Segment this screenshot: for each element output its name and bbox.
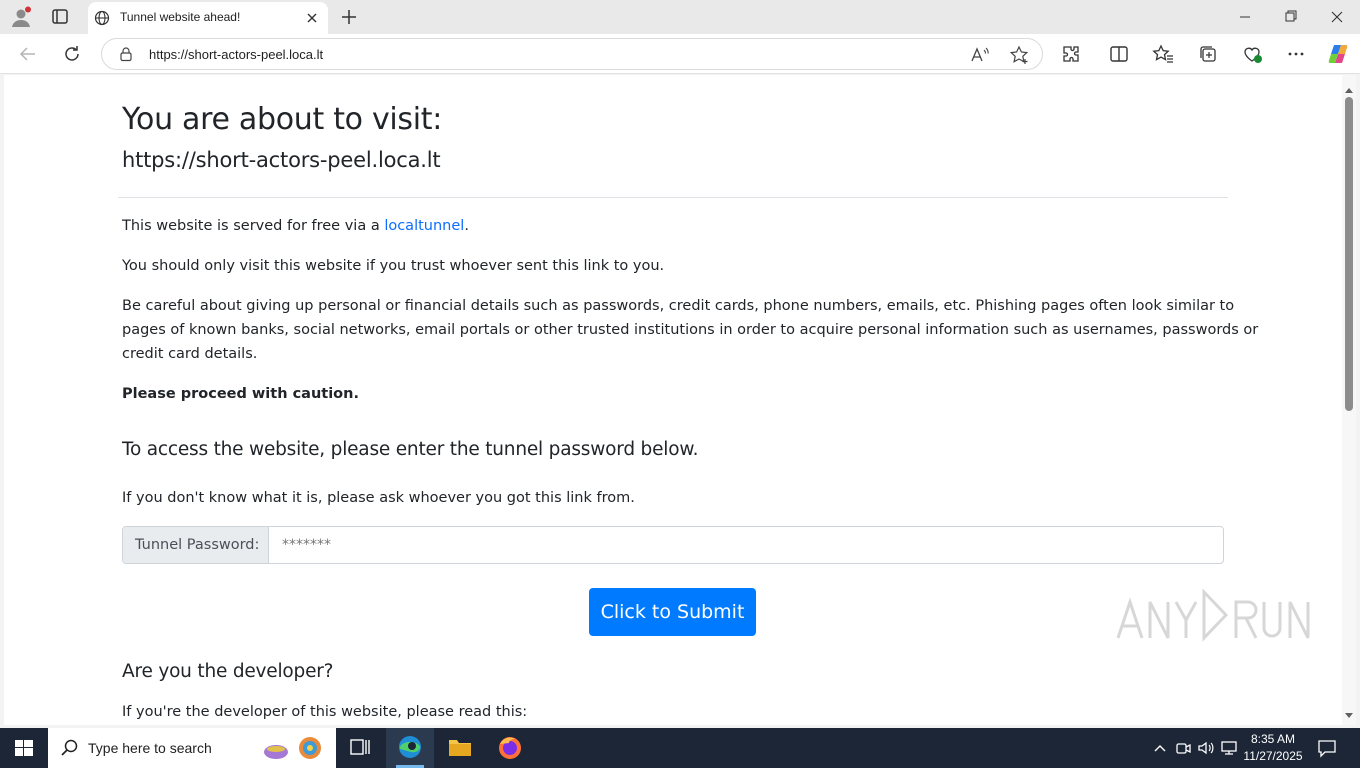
url-text[interactable]: https://short-actors-peel.loca.lt xyxy=(149,47,323,62)
developer-text: If you're the developer of this website,… xyxy=(122,704,528,720)
phishing-warning-line: pages of known banks, social networks, e… xyxy=(122,322,1259,338)
close-tab-icon[interactable] xyxy=(304,10,320,26)
localtunnel-link[interactable]: localtunnel xyxy=(384,218,464,234)
caution-text: Please proceed with caution. xyxy=(122,386,359,402)
tab-actions-icon[interactable] xyxy=(48,6,72,28)
access-hint: If you don't know what it is, please ask… xyxy=(122,490,635,506)
system-clock[interactable]: 8:35 AM 11/27/2025 xyxy=(1240,731,1306,765)
submit-button[interactable]: Click to Submit xyxy=(589,588,756,636)
search-placeholder: Type here to search xyxy=(88,740,212,756)
tab-active[interactable]: Tunnel website ahead! xyxy=(88,2,328,34)
phishing-warning-paragraph: Be careful about giving up personal or f… xyxy=(122,294,1258,366)
task-view-icon[interactable] xyxy=(336,728,384,768)
page-title: You are about to visit: xyxy=(122,102,443,137)
copilot-icon[interactable] xyxy=(1326,42,1350,66)
search-highlight-icon xyxy=(262,732,328,764)
served-via-period: . xyxy=(464,218,469,234)
read-aloud-icon[interactable] xyxy=(968,44,990,66)
developer-heading: Are you the developer? xyxy=(122,661,334,682)
minimize-icon[interactable] xyxy=(1222,0,1268,34)
new-tab-icon[interactable] xyxy=(338,6,360,28)
scroll-up-icon[interactable] xyxy=(1344,81,1354,93)
address-bar[interactable]: https://short-actors-peel.loca.lt xyxy=(101,38,1043,70)
restore-icon[interactable] xyxy=(1268,0,1314,34)
windows-taskbar: Type here to search 8:35 AM 11/27/2025 xyxy=(0,728,1360,768)
volume-icon[interactable] xyxy=(1196,738,1216,758)
extensions-icon[interactable] xyxy=(1059,42,1083,66)
clock-time: 8:35 AM xyxy=(1250,732,1296,746)
lock-icon[interactable] xyxy=(118,46,134,62)
phishing-warning-line: Be careful about giving up personal or f… xyxy=(122,298,1235,314)
refresh-icon[interactable] xyxy=(60,42,84,66)
trust-paragraph: You should only visit this website if yo… xyxy=(122,258,665,274)
page-scrollbar[interactable] xyxy=(1342,75,1356,725)
search-icon xyxy=(60,738,80,758)
served-via-text: This website is served for free via a xyxy=(122,218,385,234)
password-input-group: Tunnel Password: xyxy=(122,526,1224,564)
browser-title-bar: Tunnel website ahead! xyxy=(0,0,1360,34)
access-heading: To access the website, please enter the … xyxy=(122,439,699,460)
served-via-paragraph: This website is served for free via a lo… xyxy=(122,214,469,238)
add-favorite-icon[interactable] xyxy=(1008,44,1030,66)
profile-icon[interactable] xyxy=(10,6,32,28)
close-window-icon[interactable] xyxy=(1314,0,1360,34)
globe-icon xyxy=(94,10,110,26)
meet-now-icon[interactable] xyxy=(1173,738,1193,758)
browser-essentials-icon[interactable] xyxy=(1240,42,1264,66)
phishing-warning-line: credit card details. xyxy=(122,346,258,362)
divider xyxy=(118,197,1228,198)
windows-start-icon[interactable] xyxy=(0,728,48,768)
split-screen-icon[interactable] xyxy=(1107,42,1131,66)
show-hidden-icons-icon[interactable] xyxy=(1150,738,1170,758)
collections-icon[interactable] xyxy=(1196,42,1220,66)
scrollbar-thumb[interactable] xyxy=(1345,97,1353,411)
file-explorer-icon[interactable] xyxy=(436,728,484,768)
network-icon[interactable] xyxy=(1219,738,1239,758)
more-options-icon[interactable] xyxy=(1284,42,1308,66)
password-input[interactable] xyxy=(270,527,1223,563)
clock-date: 11/27/2025 xyxy=(1243,749,1303,763)
firefox-icon[interactable] xyxy=(486,728,534,768)
scroll-down-icon[interactable] xyxy=(1344,707,1354,718)
taskbar-search-box[interactable]: Type here to search xyxy=(48,728,336,768)
password-label: Tunnel Password: xyxy=(123,527,269,563)
back-icon[interactable] xyxy=(16,42,40,66)
notifications-icon[interactable] xyxy=(1316,738,1338,758)
edge-taskbar-icon[interactable] xyxy=(386,728,434,768)
browser-toolbar: https://short-actors-peel.loca.lt xyxy=(0,34,1360,74)
anyrun-watermark-logo xyxy=(1112,582,1312,646)
tab-title: Tunnel website ahead! xyxy=(120,10,241,24)
visit-url-heading: https://short-actors-peel.loca.lt xyxy=(122,148,441,172)
favorites-icon[interactable] xyxy=(1151,42,1175,66)
